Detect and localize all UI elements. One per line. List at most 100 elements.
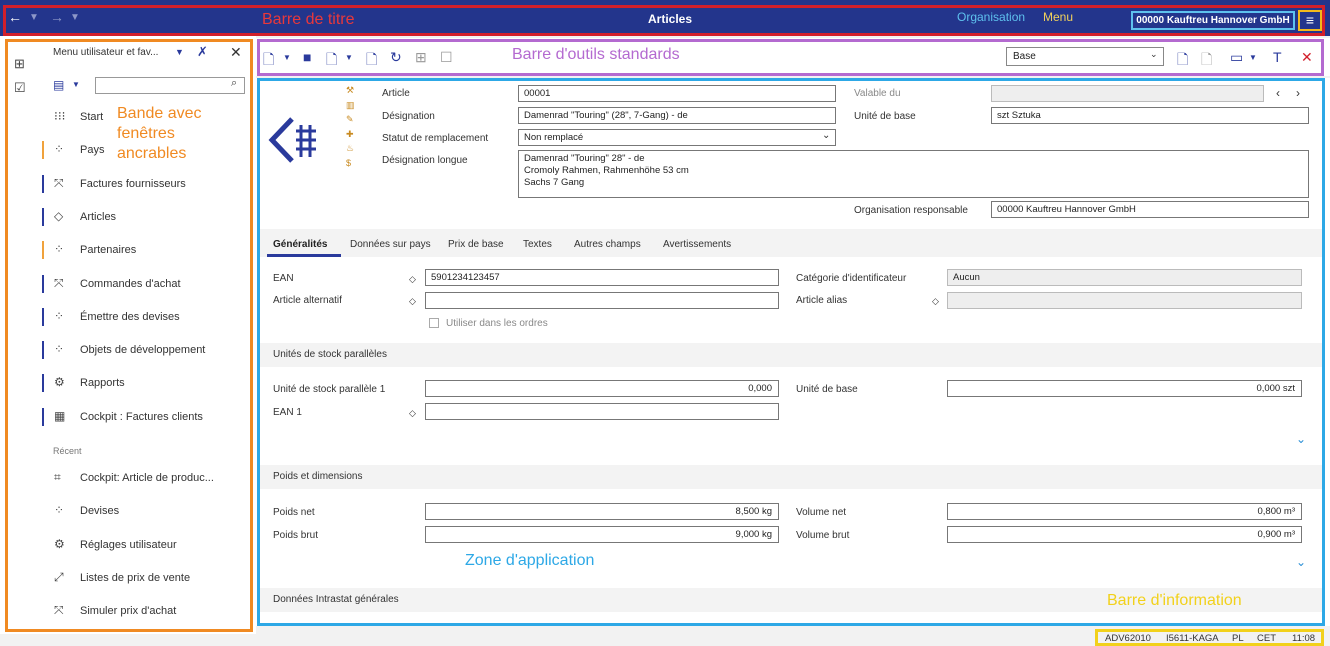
- expand-icon[interactable]: ⌄: [1296, 555, 1306, 569]
- tree-icon[interactable]: ⊞: [415, 49, 427, 66]
- item-accent: [42, 341, 44, 360]
- long-designation-field[interactable]: Damenrad "Touring" 28" - de Cromoly Rahm…: [518, 150, 1309, 198]
- clipboard-icon[interactable]: ☑: [14, 80, 26, 96]
- base-unit-label: Unité de base: [854, 111, 916, 122]
- refresh-icon[interactable]: ↻: [390, 49, 402, 66]
- valid-from-field[interactable]: [991, 85, 1264, 102]
- new-icon[interactable]: 🗋: [263, 49, 274, 73]
- duplicate-icon[interactable]: 🗋: [366, 49, 377, 73]
- next-icon[interactable]: ›: [1296, 86, 1300, 100]
- previous-icon[interactable]: ‹: [1276, 86, 1280, 100]
- responsible-org-field[interactable]: 00000 Kauftreu Hannover GmbH: [991, 201, 1309, 218]
- net-volume-field[interactable]: 0,800 m³: [947, 503, 1302, 520]
- icon[interactable]: ✚: [346, 127, 355, 142]
- replacement-status-select[interactable]: Non remplacé: [518, 129, 836, 146]
- article-alias-field[interactable]: [947, 292, 1302, 309]
- sidebar-item[interactable]: ⚙ Rapports: [42, 370, 248, 396]
- active-tab-indicator: [267, 254, 341, 257]
- alternative-article-label: Article alternatif: [273, 295, 342, 306]
- info-session: I5611-KAGA: [1166, 633, 1219, 644]
- icon[interactable]: ♨: [346, 141, 355, 156]
- text-icon[interactable]: T: [1273, 49, 1282, 65]
- save-icon[interactable]: ■: [303, 49, 311, 65]
- gross-weight-field[interactable]: 9,000 kg: [425, 526, 779, 543]
- menu-icon[interactable]: ≡: [1298, 10, 1322, 31]
- icon[interactable]: ⚒: [346, 83, 355, 98]
- cockpit-icon: ▦: [54, 408, 66, 423]
- tab-base-price[interactable]: Prix de base: [448, 239, 504, 250]
- save-as-icon[interactable]: 🗋: [326, 49, 337, 73]
- close-icon[interactable]: ✕: [1301, 49, 1313, 66]
- search-icon[interactable]: ⌕: [231, 77, 237, 90]
- identifier-category-field[interactable]: Aucun: [947, 269, 1302, 286]
- info-timezone: CET: [1257, 633, 1276, 644]
- new-document-icon[interactable]: 🗋: [1177, 49, 1188, 73]
- tab-general[interactable]: Généralités: [273, 239, 327, 250]
- tab-other-fields[interactable]: Autres champs: [574, 239, 641, 250]
- item-accent: [42, 374, 44, 393]
- window-icon[interactable]: ▭: [1230, 49, 1243, 66]
- recent-item[interactable]: ⤧ Simuler prix d'achat: [42, 598, 248, 624]
- sidebar-item[interactable]: ⁘ Objets de développement: [42, 337, 248, 363]
- article-field[interactable]: 00001: [518, 85, 836, 102]
- view-select[interactable]: Base: [1006, 47, 1164, 66]
- icon[interactable]: ✎: [346, 112, 355, 127]
- chevron-down-icon[interactable]: ▼: [283, 53, 291, 62]
- chevron-down-icon[interactable]: ⌄: [1150, 49, 1158, 60]
- net-weight-field[interactable]: 8,500 kg: [425, 503, 779, 520]
- chevron-down-icon[interactable]: ▼: [29, 12, 39, 23]
- tab-country-data[interactable]: Données sur pays: [350, 239, 431, 250]
- item-accent: [42, 469, 44, 487]
- base-unit-label: Unité de base: [796, 384, 858, 395]
- edit-icon[interactable]: ☐: [440, 49, 453, 66]
- list-view-icon[interactable]: ▤: [53, 78, 64, 92]
- recent-item[interactable]: ⤢ Listes de prix de vente: [42, 565, 248, 591]
- sidebar-item[interactable]: ⁘ Partenaires: [42, 237, 248, 263]
- sidebar-item[interactable]: ⁘ Émettre des devises: [42, 304, 248, 330]
- sidebar-item[interactable]: ⤧ Commandes d'achat: [42, 271, 248, 297]
- sidebar-item-label: Émettre des devises: [80, 310, 180, 323]
- circles-icon: ⁘: [54, 142, 65, 157]
- parallel-unit-label: Unité de stock parallèle 1: [273, 384, 386, 395]
- use-in-orders-label: Utiliser dans les ordres: [446, 318, 548, 329]
- search-document-icon[interactable]: 🗋: [1201, 49, 1212, 73]
- annotation-application-zone: Zone d'application: [465, 552, 595, 569]
- icon[interactable]: $: [346, 156, 355, 171]
- chevron-down-icon[interactable]: ▼: [1249, 53, 1257, 62]
- chevron-down-icon[interactable]: ▼: [345, 53, 353, 62]
- organisation-selector[interactable]: 00000 Kauftreu Hannover GmbH: [1131, 11, 1295, 30]
- ean1-field[interactable]: [425, 403, 779, 420]
- search-input[interactable]: [95, 77, 245, 94]
- recent-item[interactable]: ⌗ Cockpit: Article de produc...: [42, 465, 248, 491]
- parallel-unit-field[interactable]: 0,000: [425, 380, 779, 397]
- chevron-down-icon[interactable]: ▼: [72, 80, 80, 89]
- use-in-orders-checkbox[interactable]: [429, 318, 439, 328]
- sidebar-item[interactable]: ◇ Articles: [42, 204, 248, 230]
- ean-field[interactable]: 5901234123457: [425, 269, 779, 286]
- chevron-down-icon[interactable]: ▼: [175, 47, 184, 57]
- designation-field[interactable]: Damenrad "Touring" (28", 7-Gang) - de: [518, 107, 836, 124]
- expand-icon[interactable]: ⌄: [1296, 432, 1306, 446]
- chevron-down-icon[interactable]: ▼: [70, 12, 80, 23]
- tab-warnings[interactable]: Avertissements: [663, 239, 731, 250]
- close-icon[interactable]: ✕: [230, 44, 242, 61]
- org-tree-icon[interactable]: ⊞: [14, 56, 25, 72]
- back-icon[interactable]: ←: [8, 9, 22, 25]
- item-accent: [42, 241, 44, 260]
- base-unit-quantity-field[interactable]: 0,000 szt: [947, 380, 1302, 397]
- base-unit-field[interactable]: szt Sztuka: [991, 107, 1309, 124]
- forward-icon[interactable]: →: [50, 9, 64, 25]
- recent-item[interactable]: ⚙ Réglages utilisateur: [42, 532, 248, 558]
- sidebar-item-label: Objets de développement: [80, 344, 206, 357]
- alternative-article-field[interactable]: [425, 292, 779, 309]
- tab-texts[interactable]: Textes: [523, 239, 552, 250]
- recent-item[interactable]: ⁘ Devises: [42, 498, 248, 524]
- diamond-icon: ◇: [409, 274, 416, 284]
- sidebar-item[interactable]: ⤧ Factures fournisseurs: [42, 171, 248, 197]
- sidebar-item-label: Articles: [80, 210, 117, 223]
- icon[interactable]: ▥: [346, 98, 355, 113]
- sidebar-item[interactable]: ▦ Cockpit : Factures clients: [42, 404, 248, 430]
- chevron-down-icon[interactable]: ⌄: [822, 130, 830, 141]
- unpin-icon[interactable]: ✗: [197, 44, 208, 60]
- gross-volume-field[interactable]: 0,900 m³: [947, 526, 1302, 543]
